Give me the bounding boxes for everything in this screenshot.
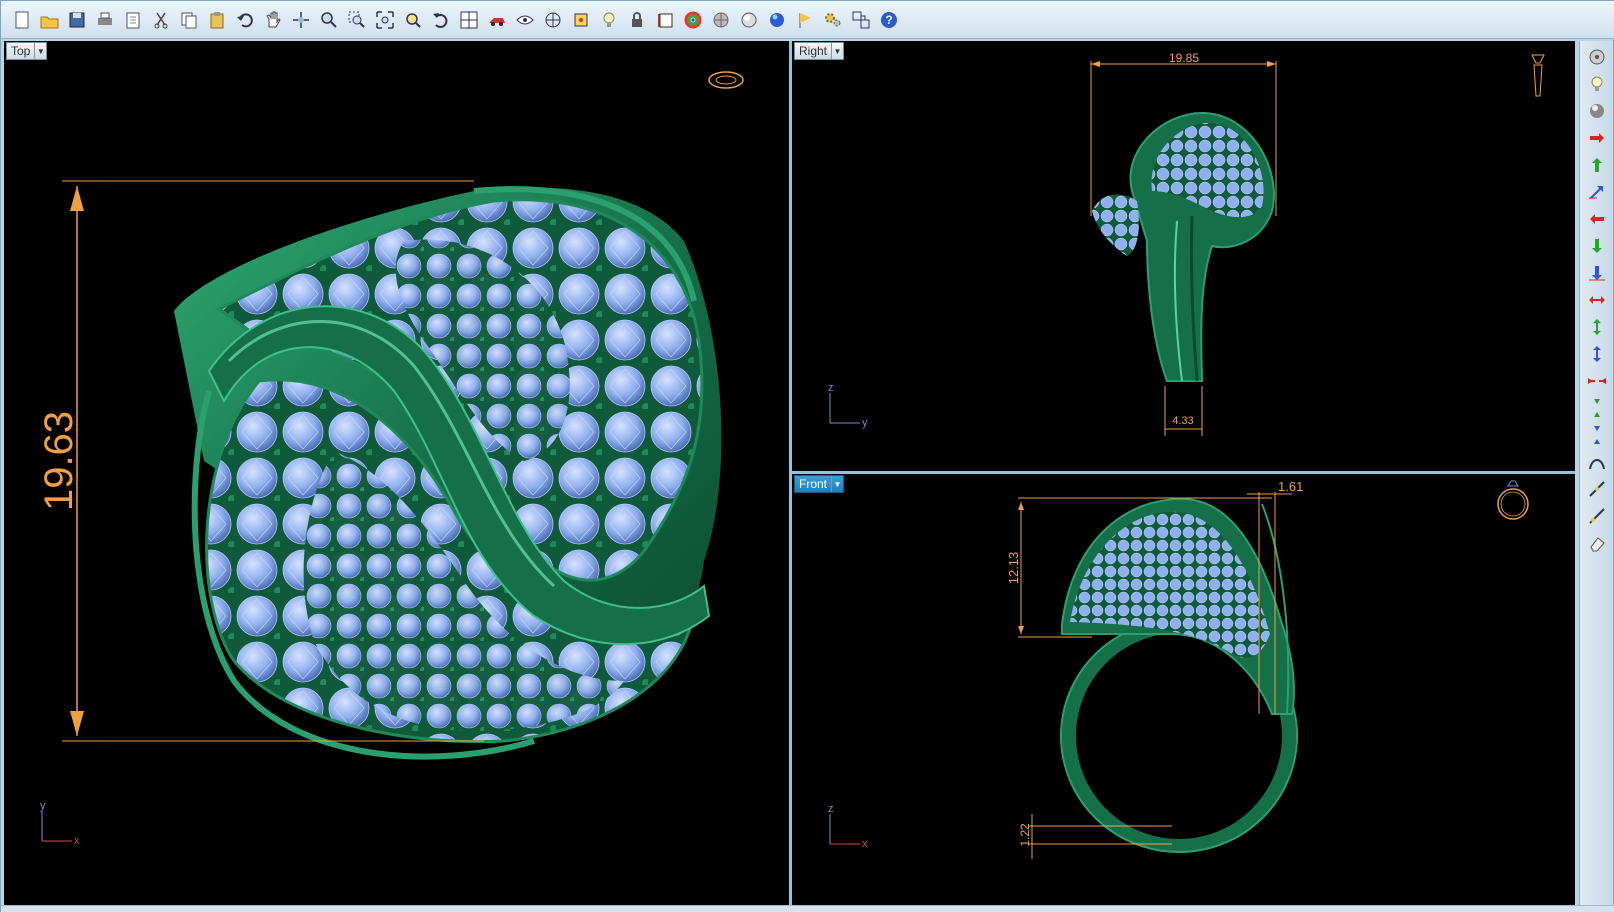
viewport-tab-front[interactable]: Front ▼	[794, 475, 845, 493]
zoom-window-icon[interactable]	[343, 6, 371, 34]
undo-icon[interactable]	[231, 6, 259, 34]
dimension-shank-label: 4.33	[1172, 415, 1193, 427]
arrow-up-green-icon[interactable]	[1583, 151, 1611, 178]
viewport-label-right: Right	[799, 44, 828, 58]
viewport-label-top: Top	[11, 44, 31, 58]
open-folder-icon[interactable]	[35, 6, 63, 34]
line-tool-2-icon[interactable]	[1583, 502, 1611, 529]
grid-snap-icon[interactable]	[539, 6, 567, 34]
arrow-axis-blue-icon[interactable]	[1583, 178, 1611, 205]
ring-icon	[1497, 480, 1529, 520]
arrows-inward-green-icon[interactable]	[1583, 394, 1611, 421]
right-view-canvas: 19.85 4.33 z y	[828, 51, 1545, 436]
shaded-sphere-icon[interactable]	[1583, 97, 1611, 124]
axis-z-label: z	[828, 382, 834, 394]
axis-x-label: x	[862, 838, 868, 850]
chevron-down-icon[interactable]: ▼	[831, 43, 843, 59]
axis-z-label: z	[828, 803, 834, 815]
chevron-down-icon[interactable]: ▼	[831, 476, 843, 492]
arrow-left-red-icon[interactable]	[1583, 205, 1611, 232]
car-icon[interactable]	[483, 6, 511, 34]
app-window: ? Top ▼ 19.63 y x Right ▼ 19.85 4.33 z y…	[0, 0, 1614, 912]
arrow-right-red-icon[interactable]	[1583, 124, 1611, 151]
arrows-inward-red-icon[interactable]	[1583, 367, 1611, 394]
viewport-top[interactable]: Top ▼ 19.63 y x	[4, 41, 789, 905]
dimension-head-height-label: 12.13	[1006, 552, 1021, 585]
axis-y-label: y	[40, 800, 46, 812]
chevron-down-icon[interactable]: ▼	[34, 43, 46, 59]
svg-text:?: ?	[885, 13, 892, 27]
zoom-extents-icon[interactable]	[371, 6, 399, 34]
zoom-selected-icon[interactable]	[399, 6, 427, 34]
book-icon[interactable]	[651, 6, 679, 34]
sphere-matte-icon[interactable]	[707, 6, 735, 34]
print-icon[interactable]	[91, 6, 119, 34]
flag-icon[interactable]	[791, 6, 819, 34]
main-toolbar: ?	[1, 1, 1614, 39]
rotate-view-icon[interactable]	[287, 6, 315, 34]
viewport-tab-top[interactable]: Top ▼	[6, 42, 48, 60]
dimension-height-label: 19.63	[37, 411, 81, 511]
page-setup-icon[interactable]	[119, 6, 147, 34]
top-view-canvas: 19.63 y x	[37, 71, 744, 847]
arrows-inward-blue-icon[interactable]	[1583, 421, 1611, 448]
undo-view-icon[interactable]	[427, 6, 455, 34]
viewport-label-front: Front	[799, 477, 828, 491]
arrows-vertical-blue-icon[interactable]	[1583, 340, 1611, 367]
dimension-bottom-thickness-label: 1.22	[1018, 823, 1032, 847]
sphere-shaded-icon[interactable]	[735, 6, 763, 34]
side-toolbar	[1579, 41, 1613, 909]
copy-icon[interactable]	[175, 6, 203, 34]
viewport-front[interactable]: Front ▼ 12.13 1.61 1.22 z x	[792, 474, 1575, 905]
dimension-top-thickness-label: 1.61	[1278, 479, 1303, 494]
lock-icon[interactable]	[623, 6, 651, 34]
four-viewports-icon[interactable]	[455, 6, 483, 34]
ring-front-icon	[1531, 54, 1545, 97]
group-icon[interactable]	[847, 6, 875, 34]
viewport-right[interactable]: Right ▼ 19.85 4.33 z y	[792, 41, 1575, 471]
save-icon[interactable]	[63, 6, 91, 34]
curve-tool-icon[interactable]	[1583, 448, 1611, 475]
settings-gears-icon[interactable]	[819, 6, 847, 34]
object-snap-icon[interactable]	[567, 6, 595, 34]
zoom-icon[interactable]	[315, 6, 343, 34]
light-bulb-icon[interactable]	[595, 6, 623, 34]
arrows-horizontal-red-icon[interactable]	[1583, 286, 1611, 313]
status-strip	[1, 905, 1614, 912]
color-wheel-icon[interactable]	[679, 6, 707, 34]
pan-hand-icon[interactable]	[259, 6, 287, 34]
arrows-vertical-green-icon[interactable]	[1583, 313, 1611, 340]
axis-indicator-front: z x	[828, 803, 868, 850]
arrow-down-blue-icon[interactable]	[1583, 259, 1611, 286]
eraser-icon[interactable]	[1583, 529, 1611, 556]
axis-y-label: y	[862, 417, 868, 429]
film-reel-icon[interactable]	[1583, 43, 1611, 70]
axis-x-label: x	[74, 835, 80, 847]
line-tool-icon[interactable]	[1583, 475, 1611, 502]
light-bulb-icon[interactable]	[1583, 70, 1611, 97]
hide-icon[interactable]	[511, 6, 539, 34]
arrow-down-green-icon[interactable]	[1583, 232, 1611, 259]
front-view-canvas: 12.13 1.61 1.22 z x	[828, 479, 1529, 859]
axis-indicator-right: z y	[828, 382, 868, 429]
dimension-width-label: 19.85	[1169, 51, 1199, 65]
viewport-tab-right[interactable]: Right ▼	[794, 42, 845, 60]
axis-indicator-top: y x	[40, 800, 80, 847]
paste-icon[interactable]	[203, 6, 231, 34]
help-icon[interactable]: ?	[875, 6, 903, 34]
new-file-icon[interactable]	[7, 6, 35, 34]
ring-side-icon	[708, 71, 744, 89]
sphere-blue-icon[interactable]	[763, 6, 791, 34]
cut-icon[interactable]	[147, 6, 175, 34]
